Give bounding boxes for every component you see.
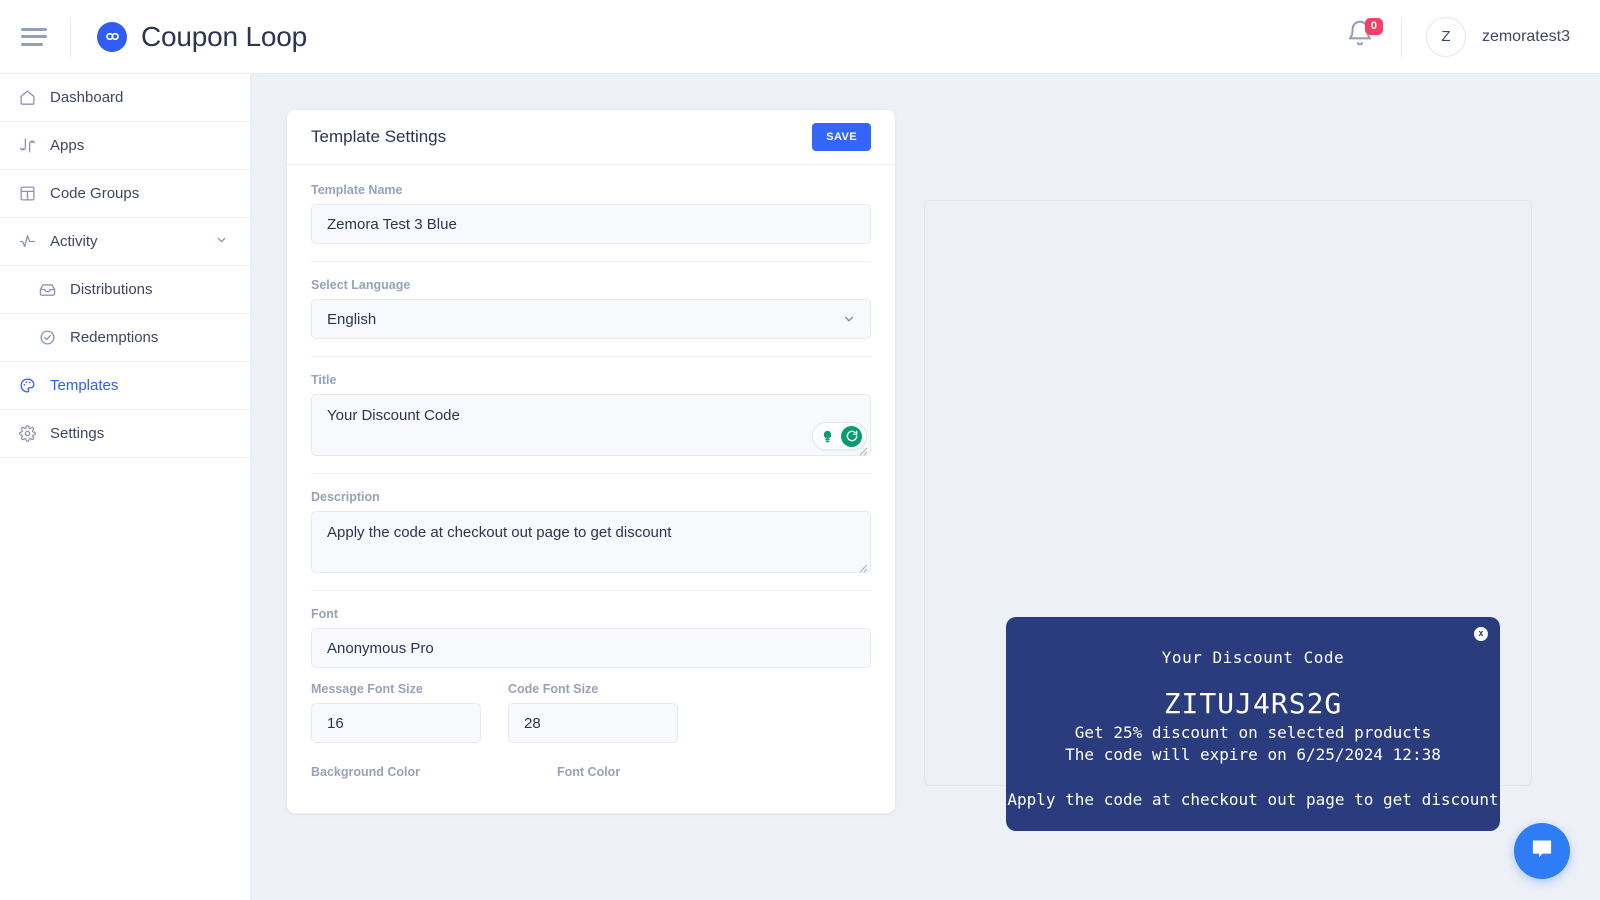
coupon-preview: x Your Discount Code ZITUJ4RS2G Get 25% …: [1006, 617, 1500, 831]
sidebar-item-label: Redemptions: [70, 329, 159, 346]
font-input[interactable]: Anonymous Pro: [311, 628, 871, 668]
activity-icon: [16, 231, 38, 253]
brand-logo-link[interactable]: Coupon Loop: [97, 21, 307, 53]
apps-icon: [16, 135, 38, 157]
description-label: Description: [311, 490, 380, 504]
sidebar-item-label: Code Groups: [50, 185, 140, 202]
template-settings-card: Template Settings SAVE Template Name Zem…: [287, 110, 895, 813]
header-divider: [1400, 16, 1402, 57]
gear-icon: [16, 423, 38, 445]
coupon-discount-line: Get 25% discount on selected products: [1074, 723, 1432, 742]
title-label: Title: [311, 373, 337, 387]
sidebar-item-label: Activity: [50, 233, 98, 250]
template-name-input[interactable]: Zemora Test 3 Blue: [311, 204, 871, 244]
card-header: Template Settings SAVE: [287, 110, 895, 165]
sidebar-item-label: Settings: [50, 425, 105, 442]
grammar-assistant-badge[interactable]: [812, 422, 867, 450]
message-font-size-label: Message Font Size: [311, 682, 423, 696]
message-font-size-group: Message Font Size 16: [311, 682, 481, 743]
sidebar-item-label: Templates: [50, 377, 119, 394]
language-select[interactable]: English: [311, 299, 871, 339]
sidebar-item-activity[interactable]: Activity: [0, 218, 250, 266]
sidebar-item-redemptions[interactable]: Redemptions: [0, 314, 250, 362]
avatar-initial: Z: [1441, 28, 1451, 45]
sidebar-item-templates[interactable]: Templates: [0, 362, 250, 410]
title-textarea-wrapper: Your Discount Code: [311, 394, 871, 456]
brand-name-label: Coupon Loop: [141, 20, 307, 52]
coupon-code: ZITUJ4RS2G: [1163, 687, 1343, 720]
language-field-group: Select Language English: [311, 278, 871, 339]
divider: [311, 473, 871, 474]
refresh-icon[interactable]: [841, 425, 862, 447]
template-preview-panel: x Your Discount Code ZITUJ4RS2G Get 25% …: [924, 200, 1532, 831]
divider: [311, 356, 871, 357]
hamburger-bar: [21, 42, 43, 46]
hamburger-bar: [21, 27, 47, 31]
page-title: Template Settings: [311, 127, 447, 146]
save-button[interactable]: SAVE: [812, 123, 871, 151]
notification-count-badge: 0: [1364, 17, 1383, 35]
coupon-description: Apply the code at checkout out page to g…: [1007, 790, 1499, 809]
chevron-down-icon[interactable]: [215, 233, 228, 250]
sidebar-item-label: Distributions: [70, 281, 153, 298]
template-name-field-group: Template Name Zemora Test 3 Blue: [311, 183, 871, 244]
message-font-size-input[interactable]: 16: [311, 703, 481, 743]
avatar[interactable]: Z: [1425, 16, 1466, 57]
sidebar-item-distributions[interactable]: Distributions: [0, 266, 250, 314]
sidebar-navigation: Dashboard Apps Code Groups Activity Dist…: [0, 74, 251, 900]
description-field-group: Description Apply the code at checkout o…: [311, 490, 871, 573]
coupon-loop-logo-icon: [97, 21, 127, 52]
sidebar-item-apps[interactable]: Apps: [0, 122, 250, 170]
top-header-bar: Coupon Loop 0 Z zemoratest3: [0, 0, 1600, 74]
hamburger-menu-icon[interactable]: [21, 27, 47, 46]
notifications-button[interactable]: 0: [1345, 17, 1383, 56]
settings-form: Template Name Zemora Test 3 Blue Select …: [287, 165, 895, 779]
divider: [311, 261, 871, 262]
check-circle-icon: [36, 327, 58, 349]
code-font-size-group: Code Font Size 28: [508, 682, 678, 743]
chat-widget-button[interactable]: [1514, 823, 1570, 879]
home-icon: [16, 87, 38, 109]
hamburger-bar: [21, 35, 47, 38]
username-label[interactable]: zemoratest3: [1482, 28, 1570, 46]
font-label: Font: [311, 607, 339, 621]
notification-bell-icon: [1345, 20, 1375, 54]
grid-icon: [16, 183, 38, 205]
divider: [311, 590, 871, 591]
title-field-group: Title Your Discount Code: [311, 373, 871, 456]
sidebar-item-code-groups[interactable]: Code Groups: [0, 170, 250, 218]
font-color-label: Font Color: [557, 765, 621, 779]
title-textarea[interactable]: Your Discount Code: [311, 394, 871, 456]
sidebar-item-settings[interactable]: Settings: [0, 410, 250, 458]
header-right-group: 0 Z zemoratest3: [1345, 16, 1600, 57]
close-icon[interactable]: x: [1474, 627, 1488, 641]
sidebar-item-label: Apps: [50, 137, 85, 154]
description-textarea-wrapper: Apply the code at checkout out page to g…: [311, 511, 871, 573]
template-name-label: Template Name: [311, 183, 403, 197]
sidebar-item-label: Dashboard: [50, 89, 124, 106]
code-font-size-label: Code Font Size: [508, 682, 599, 696]
chat-bubble-icon: [1529, 836, 1555, 867]
chevron-down-icon[interactable]: [842, 312, 856, 331]
select-language-label: Select Language: [311, 278, 411, 292]
main-content-area: Template Settings SAVE Template Name Zem…: [251, 74, 1600, 900]
language-select-wrapper: English: [311, 299, 871, 339]
description-textarea[interactable]: Apply the code at checkout out page to g…: [311, 511, 871, 573]
font-size-row: Message Font Size 16 Code Font Size 28: [311, 682, 871, 743]
code-font-size-input[interactable]: 28: [508, 703, 678, 743]
colors-row: Background Color Font Color: [311, 765, 871, 779]
sidebar-item-dashboard[interactable]: Dashboard: [0, 74, 250, 122]
lightbulb-icon[interactable]: [817, 425, 838, 447]
coupon-expiry-line: The code will expire on 6/25/2024 12:38: [1065, 745, 1441, 764]
font-field-group: Font Anonymous Pro: [311, 607, 871, 668]
coupon-title: Your Discount Code: [1161, 648, 1345, 667]
background-color-label: Background Color: [311, 765, 421, 779]
palette-icon: [16, 375, 38, 397]
header-divider: [70, 16, 71, 57]
inbox-icon: [36, 279, 58, 301]
